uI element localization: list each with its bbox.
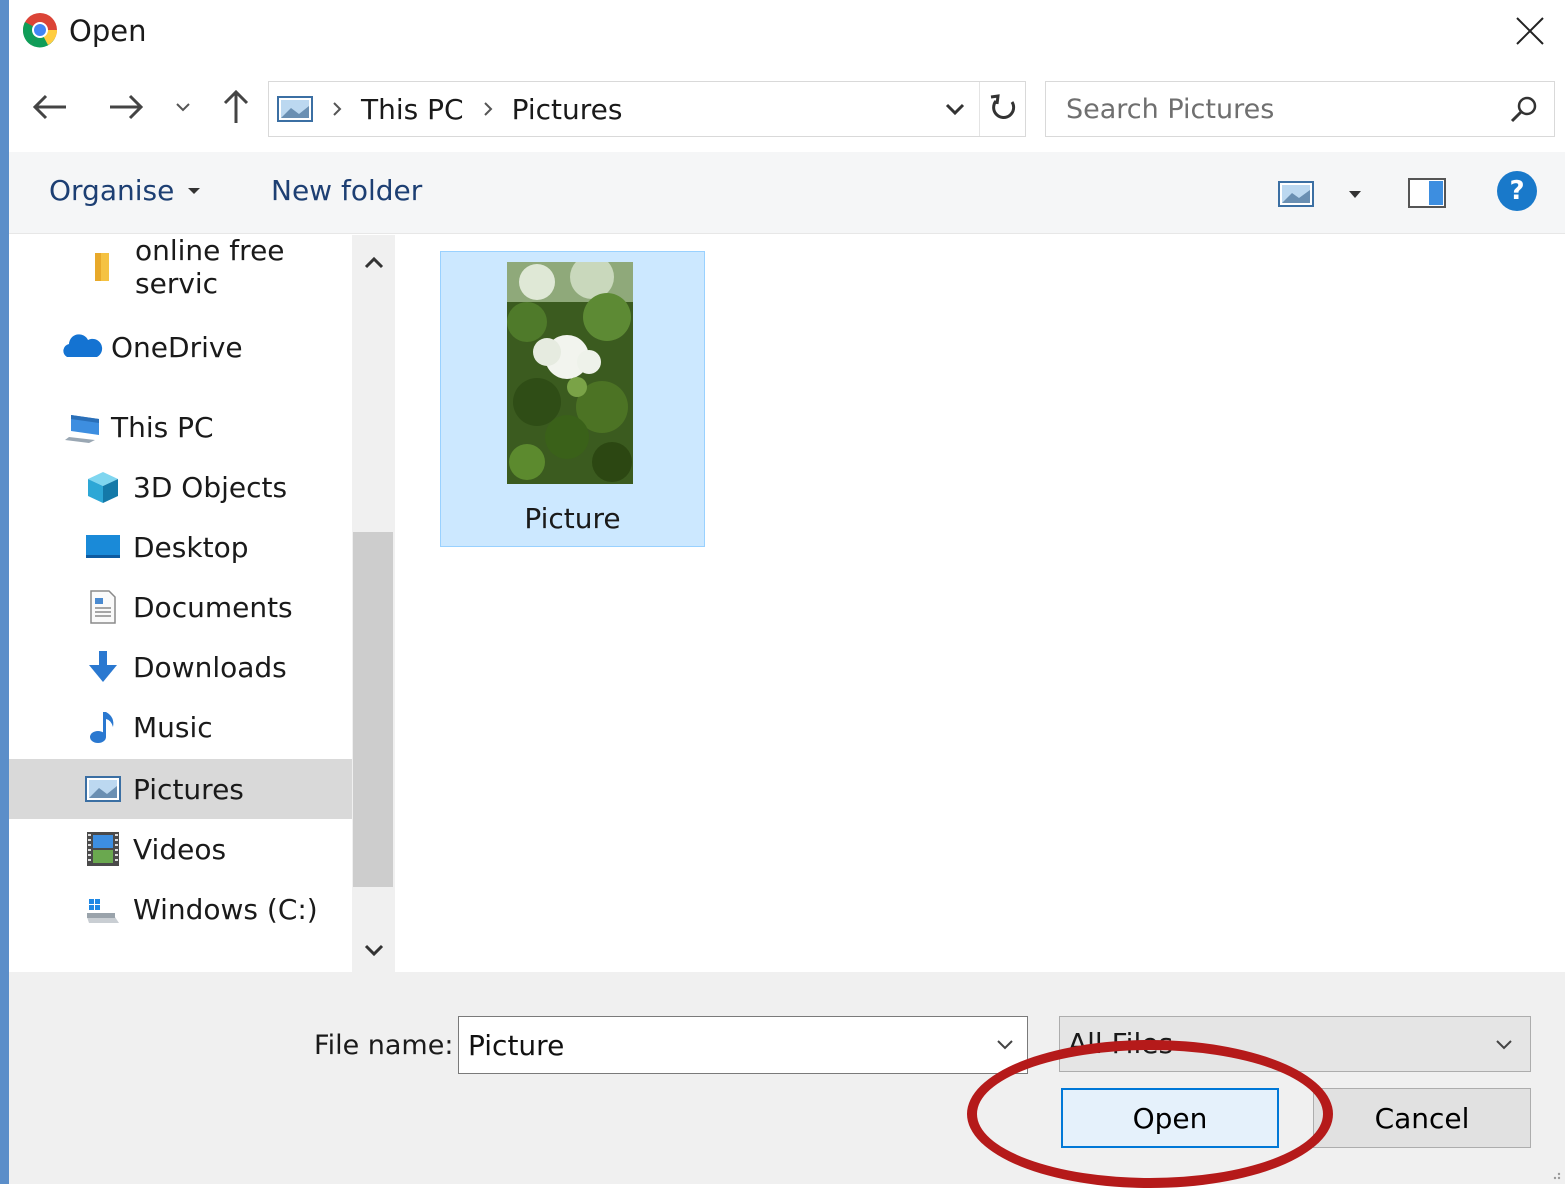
- search-box: [1045, 81, 1555, 137]
- breadcrumb-separator: [482, 101, 494, 117]
- dialog-footer: File name: All Files Open Cancel: [9, 972, 1565, 1184]
- chevron-down-icon: [176, 103, 190, 112]
- sidebar-item-videos[interactable]: Videos: [9, 819, 352, 879]
- open-button[interactable]: Open: [1061, 1088, 1279, 1148]
- image-thumbnail: [507, 262, 633, 484]
- file-name-input[interactable]: [466, 1017, 966, 1073]
- sidebar-item-online-free-services[interactable]: online free servic: [9, 234, 352, 300]
- sidebar-item-this-pc[interactable]: This PC: [9, 397, 352, 457]
- sidebar-item-label: Videos: [133, 832, 227, 866]
- window-edge-accent: [0, 0, 9, 1184]
- breadcrumb-pictures[interactable]: Pictures: [512, 93, 623, 126]
- breadcrumb-separator: [331, 101, 343, 117]
- refresh-icon: [990, 94, 1015, 119]
- cube-icon: [88, 472, 118, 503]
- sidebar-item-desktop[interactable]: Desktop: [9, 517, 352, 577]
- film-icon: [87, 832, 119, 866]
- open-file-dialog: Open This PC Pictures Search Pictures Or…: [9, 0, 1565, 1184]
- up-button[interactable]: [213, 84, 259, 130]
- navigation-pane: online free servic OneDrive This PC 3D O…: [9, 234, 395, 972]
- file-type-filter[interactable]: All Files: [1059, 1016, 1531, 1072]
- arrow-up-icon: [223, 89, 249, 123]
- chevron-down-icon: [945, 103, 965, 116]
- caret-down-icon: [188, 187, 201, 194]
- sidebar-item-label: Windows (C:): [133, 892, 318, 926]
- address-history-dropdown[interactable]: [933, 82, 977, 136]
- pictures-icon: [85, 776, 121, 802]
- file-name-label: File name:: [314, 1030, 454, 1061]
- close-icon: [1516, 17, 1544, 45]
- desktop-icon: [86, 535, 120, 558]
- sidebar-item-downloads[interactable]: Downloads: [9, 637, 352, 697]
- sidebar-item-label: Documents: [133, 590, 293, 624]
- music-note-icon: [90, 712, 114, 743]
- pictures-icon: [277, 96, 313, 122]
- window-title: Open: [69, 14, 147, 48]
- arrow-right-icon: [110, 94, 144, 120]
- sidebar-item-pictures[interactable]: Pictures: [9, 759, 352, 819]
- chevron-right-icon: [483, 102, 492, 116]
- sidebar-item-windows-c[interactable]: Windows (C:): [9, 879, 352, 939]
- search-icon[interactable]: [1508, 94, 1540, 126]
- new-folder-button[interactable]: New folder: [271, 174, 422, 207]
- back-button[interactable]: [27, 84, 73, 130]
- sidebar-item-label: This PC: [111, 410, 214, 444]
- chevron-down-icon: [364, 944, 383, 957]
- sidebar-item-3d-objects[interactable]: 3D Objects: [9, 457, 352, 517]
- file-name-dropdown-button[interactable]: [989, 1029, 1021, 1061]
- folder-icon: [95, 253, 109, 281]
- resize-grip-icon[interactable]: [1549, 1168, 1561, 1180]
- address-row: This PC Pictures: [9, 62, 1565, 152]
- chevron-up-icon: [364, 256, 383, 269]
- scrollbar-thumb[interactable]: [353, 532, 393, 887]
- chevron-right-icon: [333, 102, 342, 116]
- sidebar-item-label: Pictures: [133, 772, 244, 806]
- cloud-icon: [63, 334, 103, 357]
- recent-locations-button[interactable]: [161, 84, 205, 130]
- organise-menu[interactable]: Organise: [49, 174, 201, 207]
- change-view-button[interactable]: [1277, 178, 1367, 210]
- arrow-left-icon: [32, 94, 66, 120]
- sidebar-item-label: OneDrive: [111, 330, 243, 364]
- preview-pane-icon[interactable]: [1407, 176, 1447, 210]
- sidebar-item-label: Desktop: [133, 530, 249, 564]
- refresh-button[interactable]: [979, 82, 1025, 136]
- drive-icon: [87, 899, 119, 923]
- chrome-icon: [22, 13, 57, 48]
- sidebar-item-label: Music: [133, 710, 213, 744]
- forward-button[interactable]: [103, 84, 149, 130]
- chevron-down-icon: [1496, 1040, 1512, 1050]
- cancel-button[interactable]: Cancel: [1313, 1088, 1531, 1148]
- sidebar-item-label: 3D Objects: [133, 470, 288, 504]
- close-button[interactable]: [1505, 6, 1555, 56]
- download-arrow-icon: [89, 651, 117, 682]
- document-icon: [90, 590, 116, 624]
- organise-label: Organise: [49, 174, 175, 207]
- computer-icon: [65, 415, 99, 443]
- file-type-value: All Files: [1068, 1027, 1174, 1060]
- scroll-up-button[interactable]: [352, 243, 395, 283]
- sidebar-item-documents[interactable]: Documents: [9, 577, 352, 637]
- file-item[interactable]: Picture: [440, 251, 705, 547]
- file-list-area: Picture: [395, 235, 1565, 972]
- address-bar[interactable]: This PC Pictures: [268, 81, 1026, 137]
- help-icon[interactable]: ?: [1497, 171, 1537, 211]
- title-bar: Open: [9, 0, 1565, 62]
- file-name-combobox: [458, 1016, 1028, 1074]
- search-input[interactable]: [1064, 82, 1484, 136]
- scroll-down-button[interactable]: [352, 930, 395, 970]
- file-name-label: Picture: [524, 502, 621, 535]
- breadcrumb-this-pc[interactable]: This PC: [361, 93, 464, 126]
- sidebar-item-label: online free servic: [135, 234, 285, 300]
- sidebar-item-onedrive[interactable]: OneDrive: [9, 317, 352, 377]
- navigation-scrollbar[interactable]: [352, 235, 395, 972]
- command-bar: Organise New folder ?: [9, 152, 1565, 234]
- sidebar-item-label: Downloads: [133, 650, 287, 684]
- file-type-dropdown-button[interactable]: [1488, 1029, 1520, 1061]
- chevron-down-icon: [997, 1040, 1013, 1050]
- sidebar-item-music[interactable]: Music: [9, 697, 352, 757]
- breadcrumb: This PC Pictures: [269, 82, 622, 136]
